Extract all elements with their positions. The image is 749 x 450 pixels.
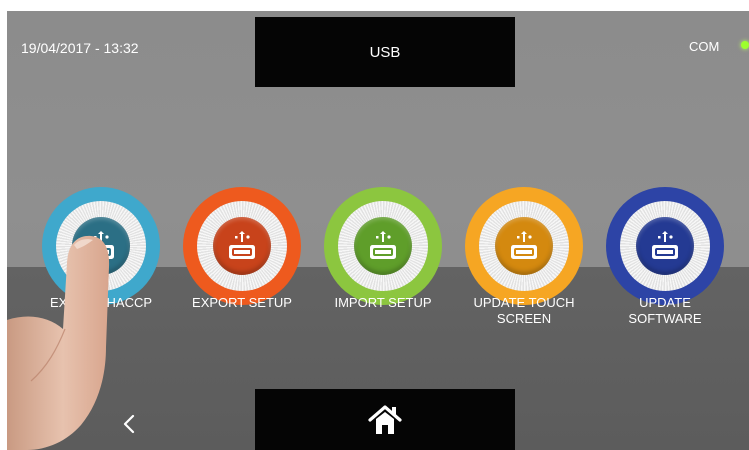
- label-line: SCREEN: [496, 311, 552, 326]
- label-line: UPDATE: [639, 295, 691, 310]
- home-button[interactable]: [255, 389, 515, 450]
- datetime-display: 19/04/2017 - 13:32: [21, 40, 139, 56]
- touch-screen: 19/04/2017 - 13:32 USB COM EXPORT HACCP: [7, 11, 749, 450]
- com-status-label: COM: [689, 39, 720, 54]
- button-core: [636, 217, 694, 275]
- usb-icon: [652, 231, 678, 259]
- usb-icon: [229, 231, 255, 259]
- label-line: UPDATE TOUCH: [473, 295, 575, 310]
- button-core: [495, 217, 553, 275]
- update-touch-screen-button[interactable]: [465, 187, 583, 305]
- button-core: [354, 217, 412, 275]
- button-core: [213, 217, 271, 275]
- update-touch-screen-label: UPDATE TOUCH SCREEN: [459, 295, 589, 327]
- update-software-button[interactable]: [606, 187, 724, 305]
- export-setup-label: EXPORT SETUP: [177, 295, 307, 311]
- label-line: IMPORT SETUP: [334, 295, 432, 310]
- pointing-finger-image: [7, 235, 110, 450]
- home-icon: [368, 404, 402, 434]
- page-title: USB: [369, 43, 401, 61]
- com-status-led: [741, 41, 749, 49]
- import-setup-button[interactable]: [324, 187, 442, 305]
- label-line: EXPORT SETUP: [192, 295, 292, 310]
- label-line: SOFTWARE: [628, 311, 702, 326]
- import-setup-label: IMPORT SETUP: [318, 295, 448, 311]
- update-software-label: UPDATE SOFTWARE: [600, 295, 730, 327]
- title-bar: USB: [255, 17, 515, 87]
- usb-icon: [511, 231, 537, 259]
- usb-icon: [370, 231, 396, 259]
- export-setup-button[interactable]: [183, 187, 301, 305]
